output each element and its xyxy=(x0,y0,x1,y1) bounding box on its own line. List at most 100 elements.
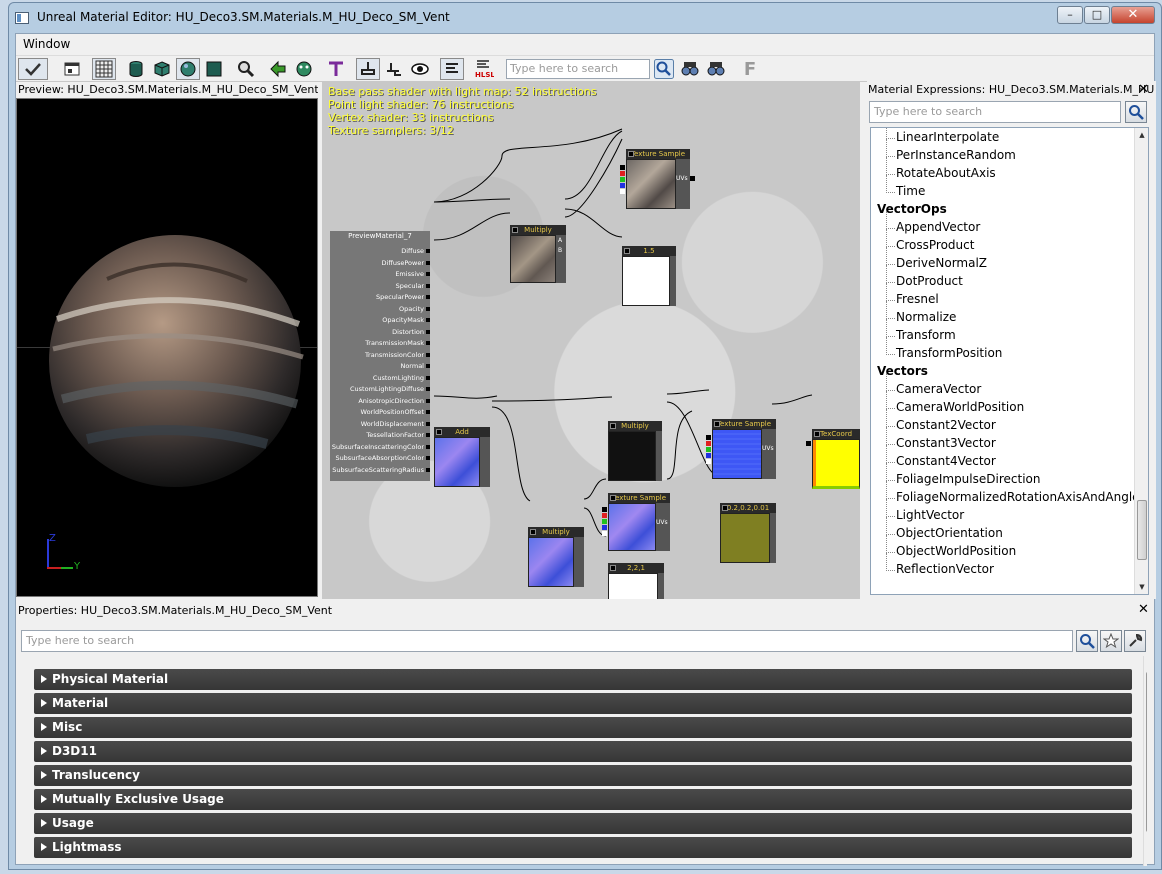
expression-item[interactable]: Fresnel xyxy=(886,283,939,306)
scroll-thumb[interactable] xyxy=(1146,672,1147,832)
node-pin[interactable] xyxy=(620,177,625,182)
expression-item[interactable]: Transform xyxy=(886,319,956,342)
toggle-stats-button[interactable] xyxy=(382,58,406,80)
preview-viewport[interactable]: Z Y xyxy=(16,98,318,597)
vector-1-thumbnail[interactable] xyxy=(720,513,770,563)
toolbar-search-input[interactable]: Type here to search xyxy=(506,59,650,79)
expression-item[interactable]: PerInstanceRandom xyxy=(886,139,1016,162)
material-input-pin[interactable] xyxy=(426,364,430,368)
node-pin[interactable] xyxy=(620,183,625,188)
node-pin[interactable] xyxy=(620,171,625,176)
vector-1-title[interactable]: 0.2,0.2,0.01 xyxy=(720,503,776,513)
material-input-pin[interactable] xyxy=(426,249,430,253)
material-input-pin[interactable] xyxy=(426,272,430,276)
material-input-pin[interactable] xyxy=(426,421,430,426)
node-pin[interactable] xyxy=(706,453,711,458)
expression-item[interactable]: RotateAboutAxis xyxy=(886,157,996,180)
material-input-pin[interactable] xyxy=(426,306,430,311)
scroll-thumb[interactable] xyxy=(1137,500,1147,560)
material-input-pin[interactable] xyxy=(426,283,430,288)
property-category[interactable]: Translucency xyxy=(34,765,1132,786)
expressions-search-button[interactable] xyxy=(1125,101,1147,123)
material-input-pin[interactable] xyxy=(426,375,430,380)
texture-sample-1-title[interactable]: Texture Sample xyxy=(626,149,690,159)
find-prev-button[interactable] xyxy=(678,58,702,80)
toggle-realtime-button[interactable] xyxy=(324,58,348,80)
material-input-pin[interactable] xyxy=(426,295,430,299)
view-eye-button[interactable] xyxy=(408,58,432,80)
node-pin[interactable] xyxy=(602,525,607,530)
cube-preview-button[interactable] xyxy=(150,58,174,80)
expression-item[interactable]: Time xyxy=(885,175,925,198)
expression-item[interactable]: ObjectOrientation xyxy=(886,517,1003,540)
multiply-1-thumbnail[interactable] xyxy=(510,235,556,283)
minimize-button[interactable]: – xyxy=(1057,6,1083,24)
properties-scrollbar[interactable]: ▲ ▼ xyxy=(1143,656,1147,866)
node-pin[interactable] xyxy=(706,441,711,446)
material-input-pin[interactable] xyxy=(426,329,430,334)
show-stats-button[interactable] xyxy=(440,58,464,80)
expression-item[interactable]: CameraVector xyxy=(885,373,981,396)
world-button[interactable] xyxy=(292,58,316,80)
expression-item[interactable]: DeriveNormalZ xyxy=(885,247,987,270)
multiply-3-thumbnail[interactable] xyxy=(528,537,574,587)
node-pin[interactable] xyxy=(602,513,607,518)
close-window-button[interactable]: ✕ xyxy=(1111,6,1155,24)
material-input-pin[interactable] xyxy=(426,352,430,357)
menu-window[interactable]: Window xyxy=(23,37,70,51)
texture-sample-3-thumbnail[interactable] xyxy=(608,503,656,551)
go-back-button[interactable] xyxy=(266,58,290,80)
material-input-pin[interactable] xyxy=(426,341,430,345)
texcoord-thumbnail[interactable] xyxy=(812,439,860,489)
material-input-pin[interactable] xyxy=(426,318,430,322)
multiply-2-title[interactable]: Multiply xyxy=(608,421,662,431)
texture-sample-1-thumbnail[interactable] xyxy=(626,159,676,209)
scroll-down-icon[interactable]: ▼ xyxy=(1144,852,1147,866)
title-bar[interactable]: Unreal Material Editor: HU_Deco3.SM.Mate… xyxy=(9,3,1161,33)
expression-item[interactable]: Constant2Vector xyxy=(886,409,996,432)
property-category[interactable]: Lightmass xyxy=(34,837,1132,858)
apply-button[interactable] xyxy=(18,58,48,80)
node-pin[interactable] xyxy=(602,519,607,524)
plane-preview-button[interactable] xyxy=(202,58,226,80)
font-button[interactable]: F xyxy=(738,58,762,80)
cylinder-preview-button[interactable] xyxy=(124,58,148,80)
hlsl-code-button[interactable]: HLSL xyxy=(472,58,496,80)
property-category[interactable]: Mutually Exclusive Usage xyxy=(34,789,1132,810)
expression-item[interactable]: CrossProduct xyxy=(885,229,974,252)
scroll-down-icon[interactable]: ▼ xyxy=(1135,580,1148,594)
node-pin[interactable] xyxy=(602,507,607,512)
property-category[interactable]: Physical Material xyxy=(34,669,1132,690)
expression-item[interactable]: Constant4Vector xyxy=(886,445,996,468)
property-category[interactable]: Usage xyxy=(34,813,1132,834)
sphere-preview-button[interactable] xyxy=(176,58,200,80)
node-pin[interactable] xyxy=(806,441,811,446)
expression-item[interactable]: TransformPosition xyxy=(885,337,1002,360)
expression-category[interactable]: Vectors xyxy=(877,364,928,378)
texture-sample-3-title[interactable]: Texture Sample xyxy=(608,493,670,503)
texture-sample-2-thumbnail[interactable] xyxy=(712,429,762,479)
grid-button[interactable] xyxy=(92,58,116,80)
property-category[interactable]: Material xyxy=(34,693,1132,714)
scroll-up-icon[interactable]: ▲ xyxy=(1135,128,1148,142)
expressions-close-icon[interactable]: ✕ xyxy=(1138,82,1149,97)
node-pin[interactable] xyxy=(706,435,711,440)
find-button[interactable] xyxy=(234,58,258,80)
node-pin[interactable] xyxy=(706,459,711,464)
expression-item[interactable]: FoliageNormalizedRotationAxisAndAngle xyxy=(886,481,1140,504)
material-input-pin[interactable] xyxy=(426,456,430,460)
material-input-pin[interactable] xyxy=(426,260,430,265)
expression-item[interactable]: ReflectionVector xyxy=(886,553,994,576)
expressions-search-input[interactable]: Type here to search xyxy=(869,101,1121,123)
material-node[interactable]: Diffuse DiffusePower Emissive Specular Specu… xyxy=(330,241,430,481)
options-button[interactable] xyxy=(1124,630,1146,652)
texcoord-title[interactable]: TexCoord xyxy=(812,429,860,439)
properties-search-button[interactable] xyxy=(1076,630,1098,652)
material-node-title[interactable]: PreviewMaterial_7 xyxy=(330,231,430,241)
material-graph-canvas[interactable]: Base pass shader with light map: 52 inst… xyxy=(322,81,860,599)
properties-search-input[interactable]: Type here to search xyxy=(21,630,1073,652)
add-node-thumbnail[interactable] xyxy=(434,437,480,487)
multiply-1-title[interactable]: Multiply xyxy=(510,225,566,235)
toggle-lighting-button[interactable] xyxy=(356,58,380,80)
expression-item[interactable]: CameraWorldPosition xyxy=(885,391,1024,414)
